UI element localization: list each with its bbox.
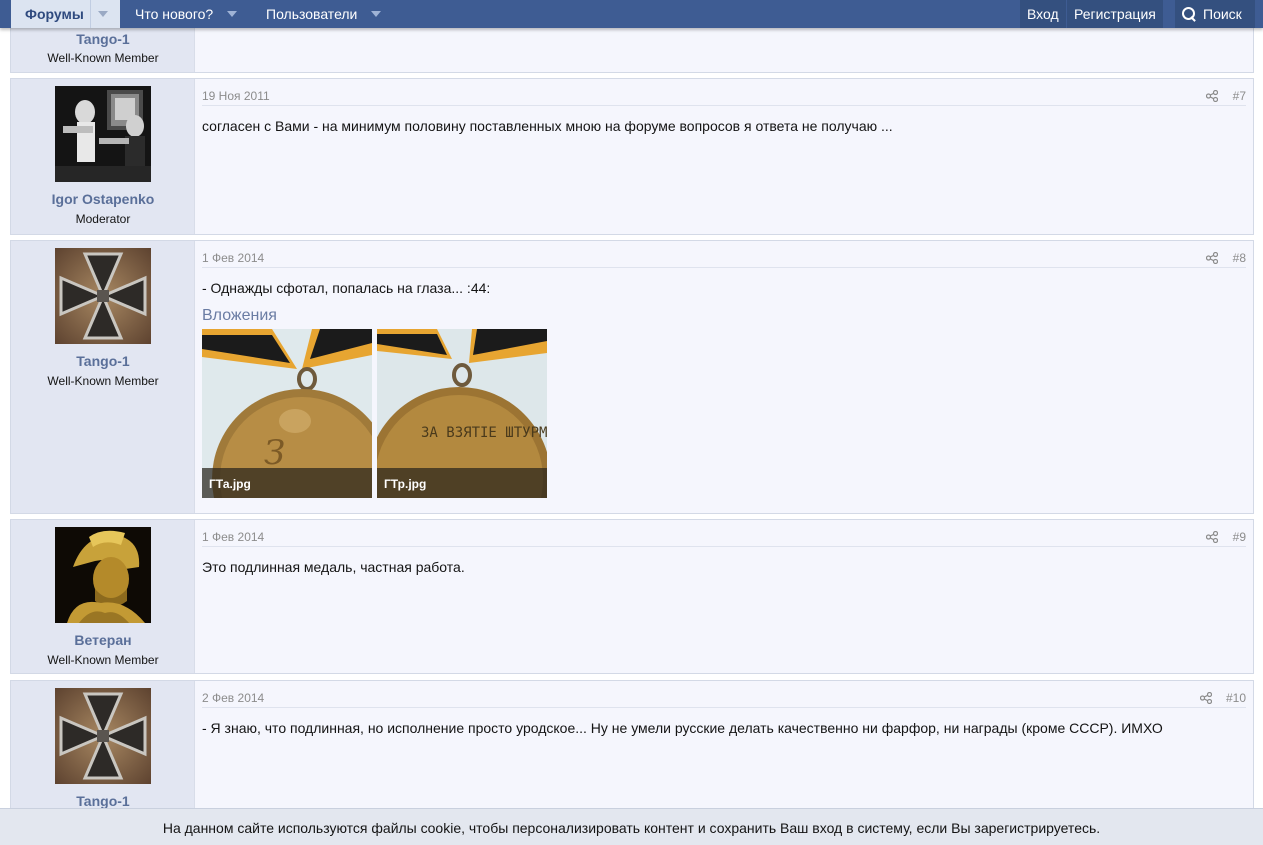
- login-link[interactable]: Вход: [1020, 0, 1066, 28]
- medal-engraving: З: [264, 433, 285, 473]
- post-user-column: Tango-1 Well-Known Member: [11, 241, 195, 513]
- post-date[interactable]: 1 Фев 2014: [202, 530, 264, 544]
- tab-forums-dropdown[interactable]: [89, 0, 115, 28]
- attachment-thumbnail[interactable]: ЗА ВЗЯТIЕ ШТУРМОМЪ ГТр.jpg: [377, 329, 547, 498]
- post-number-link[interactable]: #10: [1226, 691, 1246, 705]
- tab-forums-label: Форумы: [25, 6, 84, 22]
- chevron-down-icon: [97, 11, 108, 17]
- share-icon[interactable]: [1206, 531, 1218, 543]
- post-user-column: Igor Ostapenko Moderator: [11, 79, 195, 234]
- username-link[interactable]: Tango-1: [11, 353, 195, 369]
- avatar[interactable]: [55, 86, 151, 182]
- username-link[interactable]: Igor Ostapenko: [11, 191, 195, 207]
- post-body: 1 Фев 2014 #9 Это подлинная медаль, част…: [195, 520, 1253, 673]
- attachment-filename: ГТа.jpg: [202, 468, 372, 498]
- username-link[interactable]: Tango-1: [11, 31, 195, 47]
- post-body: 1 Фев 2014 #8 - Однажды сфотал, попалась…: [195, 241, 1253, 513]
- attachments-header: Вложения: [202, 307, 277, 324]
- tab-members-label: Пользователи: [266, 6, 358, 22]
- avatar[interactable]: [55, 688, 151, 784]
- avatar[interactable]: [55, 248, 151, 344]
- post-message: согласен с Вами - на минимум половину по…: [202, 118, 893, 134]
- share-icon[interactable]: [1206, 252, 1218, 264]
- chevron-down-icon[interactable]: [227, 11, 238, 17]
- post-header: 19 Ноя 2011 #7: [202, 86, 1246, 106]
- user-title: Well-Known Member: [47, 653, 159, 667]
- post-7: Igor Ostapenko Moderator 19 Ноя 2011 #7 …: [10, 78, 1254, 235]
- tab-whats-new[interactable]: Что нового?: [121, 0, 247, 28]
- post-8: Tango-1 Well-Known Member 1 Фев 2014 #8 …: [10, 240, 1254, 514]
- post-number-link[interactable]: #8: [1233, 251, 1246, 265]
- tab-members[interactable]: Пользователи: [252, 0, 391, 28]
- post-number-link[interactable]: #7: [1233, 89, 1246, 103]
- top-navigation: Форумы Что нового? Пользователи Вход Рег…: [0, 0, 1263, 28]
- avatar[interactable]: [55, 527, 151, 623]
- post-header: 1 Фев 2014 #8: [202, 248, 1246, 268]
- tab-whats-new-label: Что нового?: [135, 6, 214, 22]
- username-link[interactable]: Ветеран: [11, 632, 195, 648]
- post-9: Ветеран Well-Known Member 1 Фев 2014 #9 …: [10, 519, 1254, 674]
- register-link[interactable]: Регистрация: [1067, 0, 1163, 28]
- user-title: Well-Known Member: [47, 374, 159, 388]
- username-link[interactable]: Tango-1: [11, 793, 195, 809]
- chevron-down-icon[interactable]: [371, 11, 382, 17]
- search-label: Поиск: [1203, 6, 1242, 22]
- attachment-filename: ГТр.jpg: [377, 468, 547, 498]
- share-icon[interactable]: [1206, 90, 1218, 102]
- post-message: Это подлинная медаль, частная работа.: [202, 559, 465, 575]
- cookie-notice: На данном сайте используются файлы cooki…: [0, 808, 1263, 845]
- post-message: - Однажды сфотал, попалась на глаза... :…: [202, 280, 491, 296]
- cookie-notice-text: На данном сайте используются файлы cooki…: [162, 820, 1101, 836]
- search-button[interactable]: Поиск: [1175, 0, 1255, 28]
- user-title: Moderator: [75, 212, 131, 226]
- user-title: Well-Known Member: [47, 51, 159, 65]
- post-date[interactable]: 19 Ноя 2011: [202, 89, 270, 103]
- login-label: Вход: [1027, 6, 1059, 22]
- post-header: 1 Фев 2014 #9: [202, 527, 1246, 547]
- attachment-thumbnail[interactable]: З ГТа.jpg: [202, 329, 372, 498]
- post-date[interactable]: 1 Фев 2014: [202, 251, 264, 265]
- post-body: 19 Ноя 2011 #7 согласен с Вами - на мини…: [195, 79, 1253, 234]
- post-date[interactable]: 2 Фев 2014: [202, 691, 264, 705]
- share-icon[interactable]: [1200, 692, 1212, 704]
- post-user-column: Ветеран Well-Known Member: [11, 520, 195, 673]
- register-label: Регистрация: [1074, 6, 1156, 22]
- post-message: - Я знаю, что подлинная, но исполнение п…: [202, 720, 1163, 736]
- medal-inscription: ЗА ВЗЯТIЕ ШТУРМОМЪ: [421, 425, 547, 441]
- search-icon: [1182, 7, 1196, 21]
- post-header: 2 Фев 2014 #10: [202, 688, 1246, 708]
- post-number-link[interactable]: #9: [1233, 530, 1246, 544]
- tab-forums[interactable]: Форумы: [11, 0, 120, 28]
